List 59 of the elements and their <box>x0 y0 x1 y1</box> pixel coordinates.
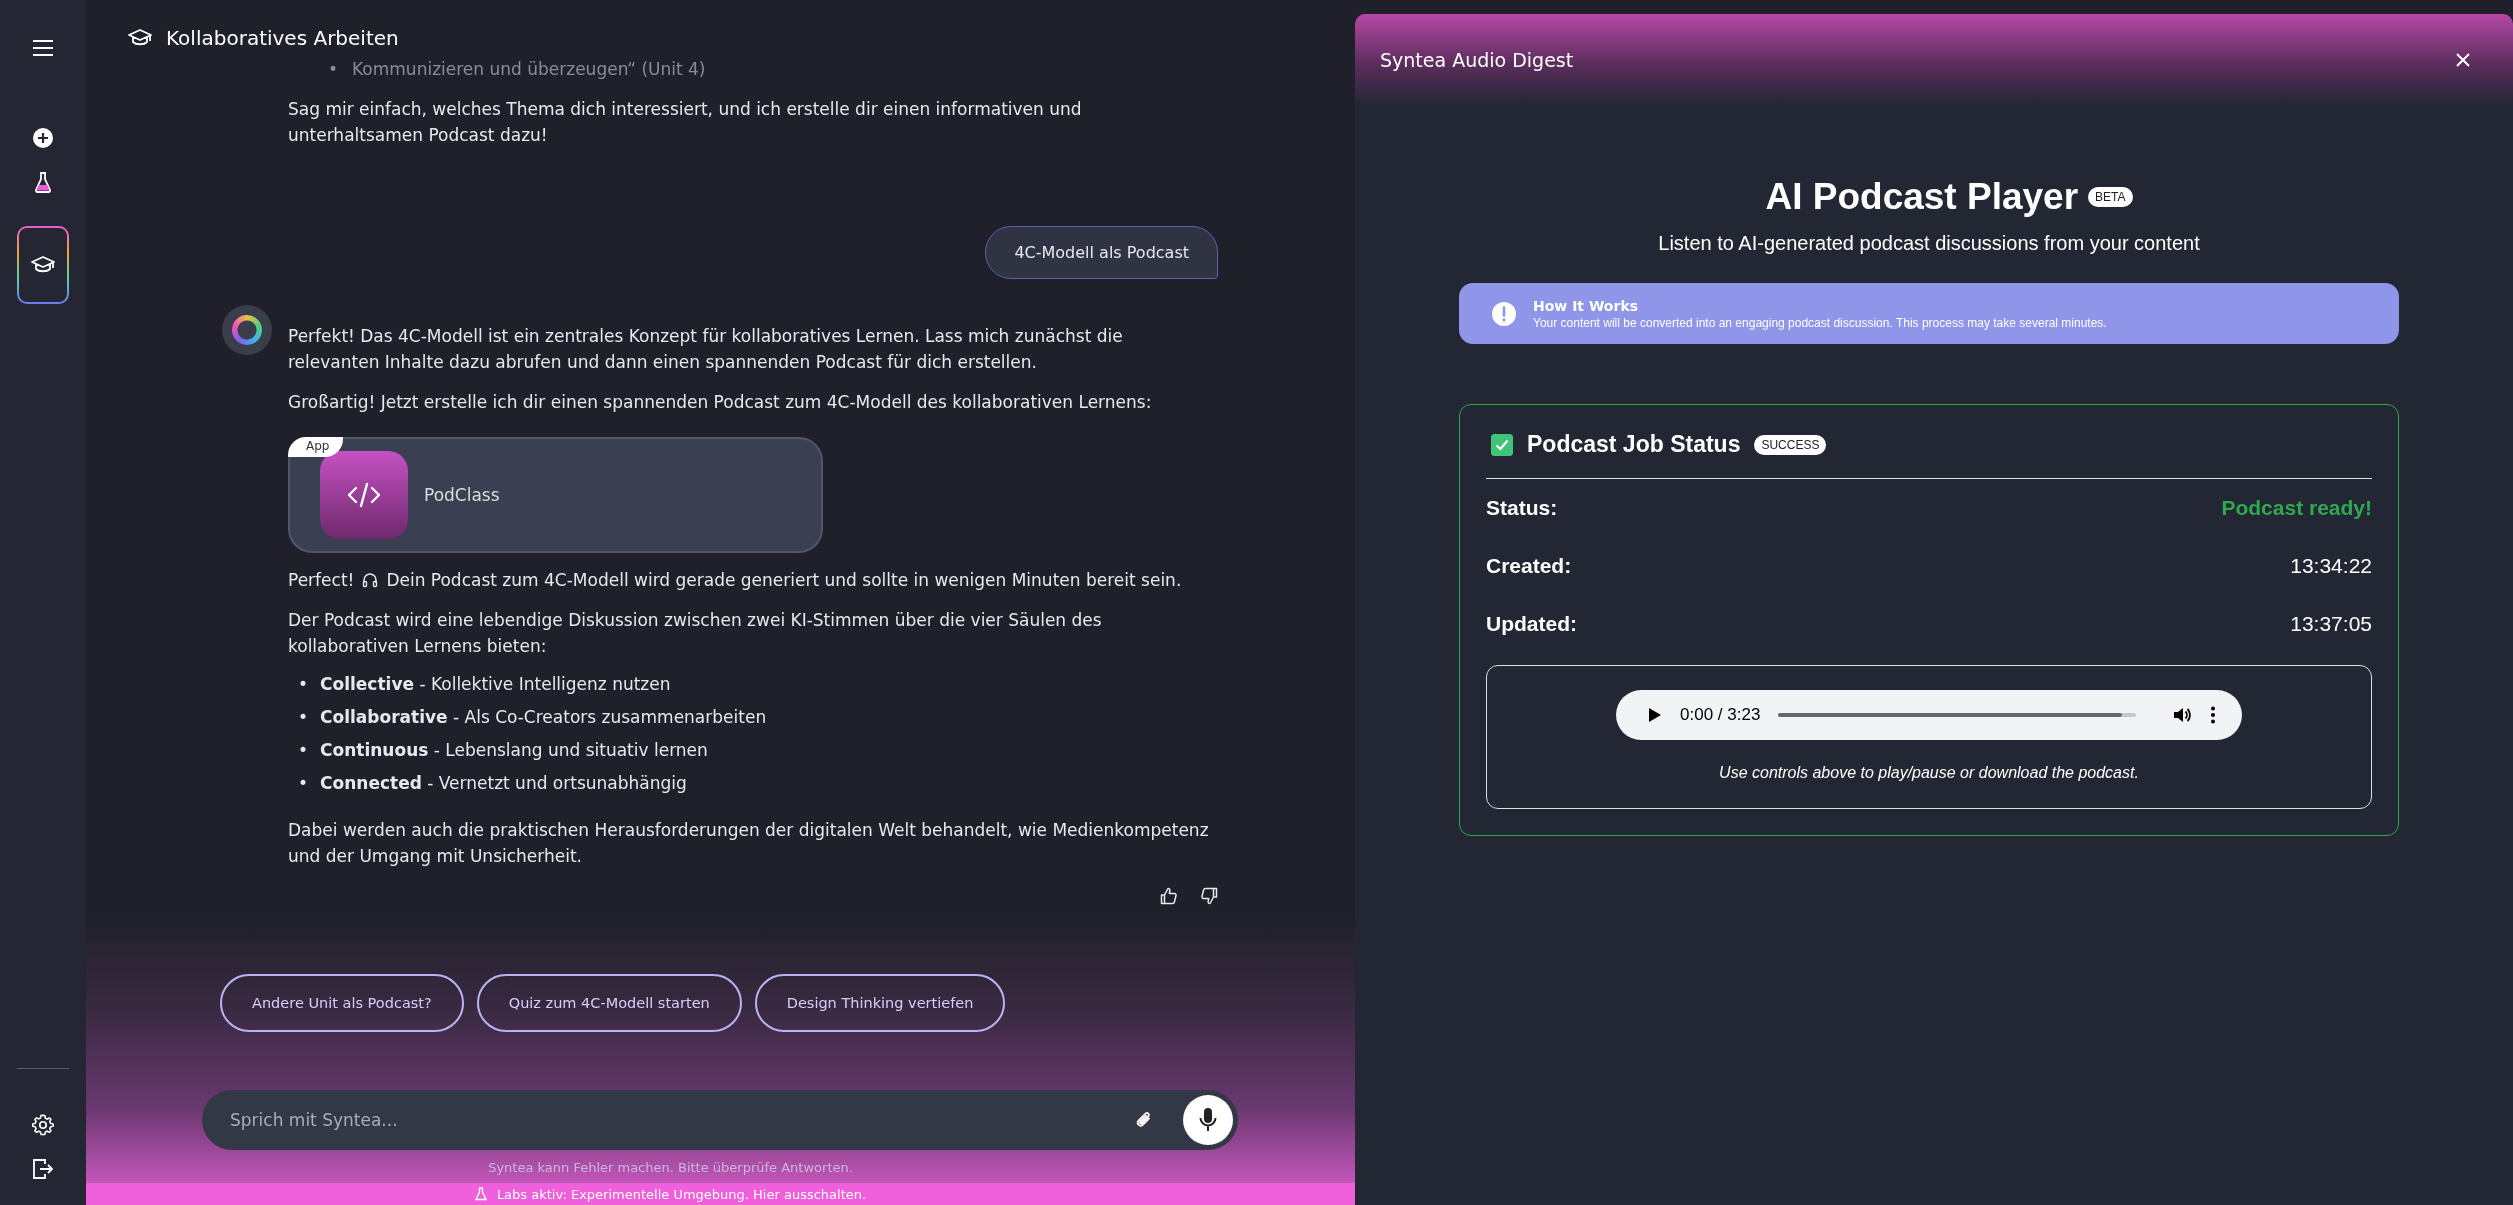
player-subtitle: Listen to AI-generated podcast discussions from your content <box>1657 232 2201 255</box>
message-text: Dein Podcast zum 4C-Modell wird gerade generiert und sollte in wenigen Minuten bereit sein. <box>386 569 1182 592</box>
field-label: Updated: <box>1486 612 1577 636</box>
player-note: Use controls above to play/pause or download the podcast. <box>1719 764 2139 782</box>
assistant-avatar <box>222 305 272 355</box>
exclamation-icon <box>1491 300 1517 327</box>
thumbs-down-icon[interactable] <box>1200 887 1218 905</box>
suggestion-chip[interactable]: Andere Unit als Podcast? <box>220 974 464 1032</box>
bullet: • <box>298 772 309 795</box>
play-icon[interactable] <box>1648 707 1662 723</box>
suggestion-chip[interactable]: Design Thinking vertiefen <box>754 974 1006 1032</box>
graduation-cap-icon <box>128 28 152 48</box>
more-icon[interactable] <box>2210 705 2216 725</box>
app-tag: App <box>288 437 344 457</box>
chat-input[interactable]: Sprich mit Syntea... <box>202 1090 1238 1150</box>
field-label: Created: <box>1486 554 1572 578</box>
list-item: Collaborative - Als Co-Creators zusammenarbeiten <box>320 706 767 729</box>
message-text: Dabei werden auch die praktischen Herausforderungen der digitalen Welt behandelt, wie Medienkompetenz und der Umgang mit Unsicherheit. <box>288 819 1210 868</box>
graduation-cap-icon[interactable] <box>17 226 69 304</box>
field-value: 13:37:05 <box>2290 612 2372 636</box>
message-text: Großartig! Jetzt erstelle ich dir einen spannenden Podcast zum 4C-Modell des kollaborativen Lernens: <box>288 391 1153 414</box>
faded-list-item: Kommunizieren und überzeugen“ (Unit 4) <box>352 59 706 79</box>
bullet: • <box>298 673 309 696</box>
audio-time: 0:00 / 3:23 <box>1680 705 1761 725</box>
app-name: PodClass <box>424 485 500 505</box>
panel-title: Syntea Audio Digest <box>1380 49 1574 71</box>
volume-icon[interactable] <box>2172 705 2192 725</box>
headphones-icon <box>362 572 379 588</box>
audio-player[interactable]: 0:00 / 3:23 <box>1616 690 2242 740</box>
chat-title: Kollaboratives Arbeiten <box>166 26 399 50</box>
job-title: Podcast Job Status <box>1527 431 1741 458</box>
beta-badge: BETA <box>2088 187 2133 207</box>
field-value: Podcast ready! <box>2221 496 2372 520</box>
message-text: Sag mir einfach, welches Thema dich interessiert, und ich erstelle dir einen informativen und unterhaltsamen Podcast dazu! <box>288 98 1083 147</box>
code-icon <box>320 451 408 539</box>
bullet: • <box>298 739 309 762</box>
bullet: • <box>298 706 309 729</box>
message-text: Perfect! <box>288 569 355 592</box>
info-title: How It Works <box>1533 297 1640 314</box>
message-text: Perfekt! Das 4C-Modell ist ein zentrales Konzept für kollaboratives Lernen. Lass mich zunächst die relevanten Inhalte dazu abrufen und dann einen spannenden Podcast für dich erstellen. <box>288 325 1124 374</box>
disclaimer-text: Syntea kann Fehler machen. Bitte überprüfe Antworten. <box>487 1160 854 1175</box>
player-heading: AI Podcast Player <box>1765 176 2079 218</box>
microphone-icon <box>1198 1107 1218 1133</box>
user-message: 4C-Modell als Podcast <box>985 226 1218 279</box>
checkmark-icon <box>1495 438 1509 451</box>
bullet: • <box>328 59 339 79</box>
flask-icon <box>474 1187 487 1201</box>
message-text: Der Podcast wird eine lebendige Diskussion zwischen zwei KI-Stimmen über die vier Säulen des kollaborativen Lernens bieten: <box>288 609 1103 658</box>
field-label: Status: <box>1486 496 1558 520</box>
field-value: 13:34:22 <box>2290 554 2372 578</box>
info-text: Your content will be converted into an engaging podcast discussion. This process may take several minutes. <box>1533 315 2107 330</box>
suggestion-chip[interactable]: Quiz zum 4C-Modell starten <box>476 974 742 1032</box>
success-badge: SUCCESS <box>1754 434 1827 455</box>
list-item: Connected - Vernetzt und ortsunabhängig <box>320 772 687 795</box>
app-card[interactable]: App PodClass <box>288 437 823 553</box>
thumbs-up-icon[interactable] <box>1160 887 1178 905</box>
list-item: Continuous - Lebenslang und situativ lernen <box>320 739 708 762</box>
list-item: Collective - Kollektive Intelligenz nutzen <box>320 673 671 696</box>
labs-text: Labs aktiv: Experimentelle Umgebung. Hier ausschalten. <box>496 1186 867 1202</box>
